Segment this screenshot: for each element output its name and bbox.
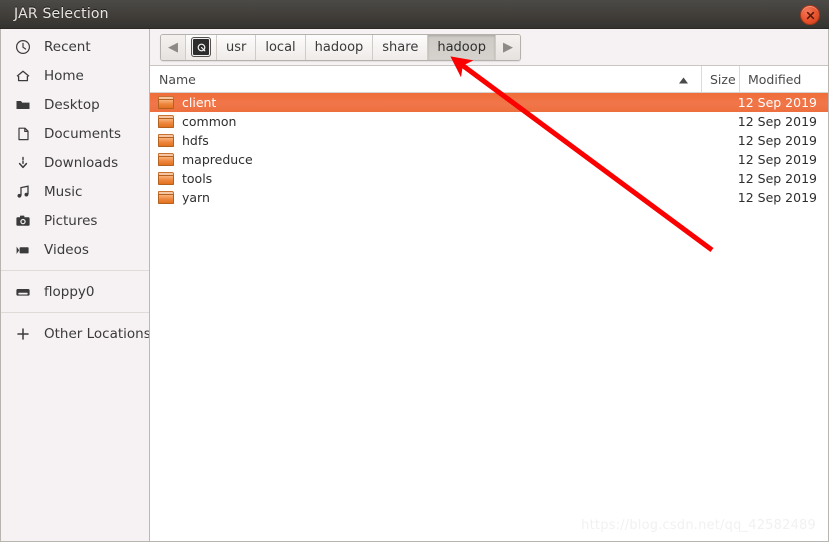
folder-icon — [158, 115, 174, 128]
sidebar-item-label: Pictures — [44, 212, 98, 229]
places-sidebar: Recent Home Desktop Documents Downloads … — [1, 29, 150, 541]
sidebar-item-label: Home — [44, 67, 84, 84]
breadcrumb: ◀ usr local hadoop share hadoop ▶ — [160, 33, 521, 61]
file-list[interactable]: client 12 Sep 2019 common 12 Sep 2019 hd… — [150, 93, 828, 541]
file-name-label: hdfs — [182, 133, 209, 148]
sidebar-item-label: floppy0 — [44, 283, 95, 300]
column-header-size[interactable]: Size — [701, 66, 739, 92]
sidebar-item-videos[interactable]: Videos — [1, 235, 149, 264]
path-bar: ◀ usr local hadoop share hadoop ▶ — [150, 29, 828, 66]
sidebar-item-pictures[interactable]: Pictures — [1, 206, 149, 235]
music-note-icon — [14, 183, 32, 201]
breadcrumb-hadoop[interactable]: hadoop — [305, 34, 374, 60]
window-title: JAR Selection — [14, 6, 109, 22]
sort-ascending-icon — [679, 72, 688, 87]
file-name-label: tools — [182, 171, 213, 186]
file-name-cell: mapreduce — [150, 152, 686, 167]
sidebar-item-floppy0[interactable]: floppy0 — [1, 277, 149, 306]
breadcrumb-usr[interactable]: usr — [217, 34, 257, 60]
table-row[interactable]: common 12 Sep 2019 — [150, 112, 828, 131]
close-icon — [806, 11, 814, 19]
column-header-name-label: Name — [159, 71, 196, 87]
column-header-modified-label: Modified — [748, 71, 802, 87]
file-modified-cell: 12 Sep 2019 — [737, 114, 817, 129]
column-header-modified[interactable]: Modified — [739, 66, 828, 92]
sidebar-item-music[interactable]: Music — [1, 177, 149, 206]
file-name-cell: tools — [150, 171, 686, 186]
camera-icon — [14, 212, 32, 230]
document-icon — [14, 125, 32, 143]
file-name-cell: client — [150, 95, 686, 110]
download-icon — [14, 154, 32, 172]
breadcrumb-local[interactable]: local — [256, 34, 306, 60]
table-row[interactable]: client 12 Sep 2019 — [150, 93, 828, 112]
sidebar-item-label: Videos — [44, 241, 89, 258]
file-modified-cell: 12 Sep 2019 — [737, 171, 817, 186]
breadcrumb-hadoop-current[interactable]: hadoop — [428, 34, 496, 60]
file-name-cell: yarn — [150, 190, 686, 205]
hard-disk-icon — [192, 38, 210, 56]
sidebar-item-documents[interactable]: Documents — [1, 119, 149, 148]
file-name-label: yarn — [182, 190, 210, 205]
watermark-text: https://blog.csdn.net/qq_42582489 — [581, 518, 816, 533]
file-modified-cell: 12 Sep 2019 — [737, 152, 817, 167]
clock-icon — [14, 38, 32, 56]
folder-icon — [158, 134, 174, 147]
title-bar: JAR Selection — [0, 0, 829, 29]
folder-icon — [158, 96, 174, 109]
breadcrumb-share[interactable]: share — [373, 34, 429, 60]
home-icon — [14, 67, 32, 85]
file-modified-cell: 12 Sep 2019 — [737, 190, 817, 205]
folder-icon — [158, 172, 174, 185]
file-modified-cell: 12 Sep 2019 — [737, 95, 817, 110]
column-headers: Name Size Modified — [150, 66, 828, 93]
folder-icon — [158, 153, 174, 166]
table-row[interactable]: tools 12 Sep 2019 — [150, 169, 828, 188]
table-row[interactable]: mapreduce 12 Sep 2019 — [150, 150, 828, 169]
sidebar-item-other-locations[interactable]: Other Locations — [1, 319, 149, 348]
file-name-cell: common — [150, 114, 686, 129]
breadcrumb-scroll-left-button[interactable]: ◀ — [161, 34, 186, 60]
sidebar-item-label: Recent — [44, 38, 91, 55]
floppy-drive-icon — [14, 283, 32, 301]
sidebar-item-label: Music — [44, 183, 83, 200]
breadcrumb-scroll-right-button[interactable]: ▶ — [495, 34, 520, 60]
folder-icon — [14, 96, 32, 114]
left-arrow-icon: ◀ — [168, 39, 178, 55]
file-chooser-window: JAR Selection Recent Home Desktop Docume… — [0, 0, 829, 542]
table-row[interactable]: yarn 12 Sep 2019 — [150, 188, 828, 207]
window-body: Recent Home Desktop Documents Downloads … — [0, 29, 829, 542]
file-name-cell: hdfs — [150, 133, 686, 148]
column-header-name[interactable]: Name — [150, 66, 701, 92]
file-browser-pane: ◀ usr local hadoop share hadoop ▶ Name S… — [150, 29, 828, 541]
column-header-size-label: Size — [710, 71, 736, 87]
folder-icon — [158, 191, 174, 204]
file-modified-cell: 12 Sep 2019 — [737, 133, 817, 148]
plus-icon — [14, 325, 32, 343]
close-button[interactable] — [800, 5, 820, 25]
sidebar-divider — [1, 312, 149, 313]
sidebar-item-label: Downloads — [44, 154, 119, 171]
file-name-label: mapreduce — [182, 152, 253, 167]
right-arrow-icon: ▶ — [502, 39, 513, 55]
sidebar-item-label: Documents — [44, 125, 121, 142]
sidebar-item-home[interactable]: Home — [1, 61, 149, 90]
video-camera-icon — [14, 241, 32, 259]
sidebar-item-downloads[interactable]: Downloads — [1, 148, 149, 177]
table-row[interactable]: hdfs 12 Sep 2019 — [150, 131, 828, 150]
sidebar-item-label: Other Locations — [44, 325, 150, 342]
sidebar-divider — [1, 270, 149, 271]
sidebar-item-label: Desktop — [44, 96, 100, 113]
file-name-label: client — [182, 95, 217, 110]
breadcrumb-root-button[interactable] — [186, 34, 217, 60]
sidebar-item-recent[interactable]: Recent — [1, 32, 149, 61]
sidebar-item-desktop[interactable]: Desktop — [1, 90, 149, 119]
file-name-label: common — [182, 114, 237, 129]
